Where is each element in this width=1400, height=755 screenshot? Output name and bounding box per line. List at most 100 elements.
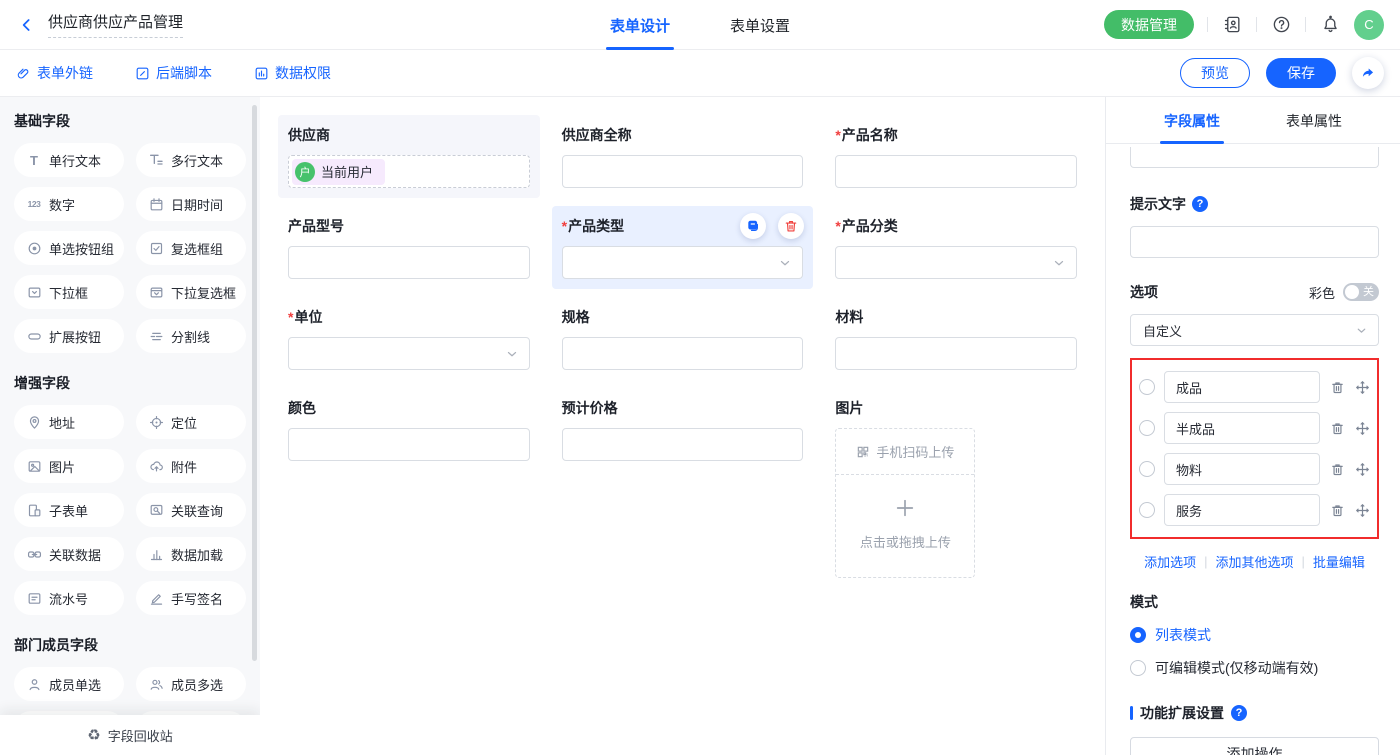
tab-form-settings[interactable]: 表单设置 [726, 0, 794, 50]
data-permission-link[interactable]: 数据权限 [254, 63, 331, 83]
add-other-option-link[interactable]: 添加其他选项 [1215, 552, 1293, 571]
field-material[interactable]: 材料 [825, 297, 1087, 380]
field-product-name[interactable]: *产品名称 [825, 115, 1087, 198]
sidebar-item-linked-query[interactable]: 关联查询 [136, 493, 246, 527]
delete-option-icon[interactable] [1329, 461, 1345, 477]
move-option-icon[interactable] [1354, 502, 1370, 518]
sidebar-item-multi-line-text[interactable]: 多行文本 [136, 143, 246, 177]
field-product-category[interactable]: *产品分类 [825, 206, 1087, 289]
sidebar-item-attachment[interactable]: 附件 [136, 449, 246, 483]
form-external-link[interactable]: 表单外链 [16, 63, 93, 83]
option-value-input[interactable]: 半成品 [1164, 412, 1320, 444]
sidebar-item-extension-button[interactable]: 扩展按钮 [14, 319, 124, 353]
sidebar-item-location[interactable]: 定位 [136, 405, 246, 439]
option-value-input[interactable]: 成品 [1164, 371, 1320, 403]
field-unit[interactable]: *单位 [278, 297, 540, 380]
help-icon[interactable] [1270, 14, 1292, 36]
tab-form-design[interactable]: 表单设计 [606, 0, 674, 50]
option-radio[interactable] [1139, 502, 1155, 518]
back-icon[interactable] [16, 14, 38, 36]
sidebar-item-address[interactable]: 地址 [14, 405, 124, 439]
sidebar-item-multi-select[interactable]: 下拉复选框 [136, 275, 246, 309]
option-radio[interactable] [1139, 420, 1155, 436]
avatar[interactable]: C [1354, 10, 1384, 40]
option-value-input[interactable]: 服务 [1164, 494, 1320, 526]
sidebar-item-checkbox-group[interactable]: 复选框组 [136, 231, 246, 265]
section-title-member-fields: 部门成员字段 [14, 635, 246, 655]
sidebar-item-signature[interactable]: 手写签名 [136, 581, 246, 615]
contacts-icon[interactable] [1221, 14, 1243, 36]
header: 供应商供应产品管理 表单设计 表单设置 数据管理 C [0, 0, 1400, 50]
field-product-type[interactable]: *产品类型 [552, 206, 814, 289]
material-input[interactable] [835, 337, 1077, 370]
sidebar-item-image[interactable]: 图片 [14, 449, 124, 483]
field-color[interactable]: 颜色 [278, 388, 540, 471]
form-title[interactable]: 供应商供应产品管理 [48, 11, 183, 38]
product-category-select[interactable] [835, 246, 1077, 279]
batch-edit-link[interactable]: 批量编辑 [1313, 552, 1365, 571]
field-label: 颜色 [288, 398, 530, 418]
click-or-drag-upload[interactable]: 点击或拖拽上传 [836, 475, 974, 577]
sidebar-item-member-multi[interactable]: 成员多选 [136, 667, 246, 701]
mode-editable-radio[interactable]: 可编辑模式(仅移动端有效) [1130, 658, 1379, 678]
option-radio[interactable] [1139, 461, 1155, 477]
field-title-input-partial[interactable] [1130, 147, 1379, 168]
tab-field-properties[interactable]: 字段属性 [1162, 97, 1222, 144]
move-option-icon[interactable] [1354, 461, 1370, 477]
field-supplier[interactable]: 供应商 户 当前用户 [278, 115, 540, 198]
supplier-input[interactable]: 户 当前用户 [288, 155, 530, 188]
sidebar-item-linked-data[interactable]: 关联数据 [14, 537, 124, 571]
sidebar-item-member-single[interactable]: 成员单选 [14, 667, 124, 701]
field-recycle-bin[interactable]: ♻ 字段回收站 [0, 715, 260, 755]
sidebar-item-radio-group[interactable]: 单选按钮组 [14, 231, 124, 265]
backend-script-link[interactable]: 后端脚本 [135, 63, 212, 83]
notifications-icon[interactable] [1319, 14, 1341, 36]
delete-option-icon[interactable] [1329, 420, 1345, 436]
color-input[interactable] [288, 428, 530, 461]
field-picture[interactable]: 图片 手机扫码上传 点击或拖拽上传 [825, 388, 1087, 588]
member-single-icon [26, 676, 42, 692]
copy-field-button[interactable] [740, 213, 766, 239]
estimated-price-input[interactable] [562, 428, 804, 461]
sidebar-item-divider[interactable]: 分割线 [136, 319, 246, 353]
qr-upload-button[interactable]: 手机扫码上传 [836, 429, 974, 475]
tab-form-properties[interactable]: 表单属性 [1284, 97, 1344, 144]
save-button[interactable]: 保存 [1266, 58, 1336, 88]
share-button[interactable] [1352, 57, 1384, 89]
delete-option-icon[interactable] [1329, 379, 1345, 395]
sidebar-item-data-load[interactable]: 数据加载 [136, 537, 246, 571]
preview-button[interactable]: 预览 [1180, 58, 1250, 88]
sidebar-item-subform[interactable]: 子表单 [14, 493, 124, 527]
data-manage-button[interactable]: 数据管理 [1104, 10, 1194, 39]
sidebar-item-datetime[interactable]: 日期时间 [136, 187, 246, 221]
add-option-link[interactable]: 添加选项 [1144, 552, 1196, 571]
field-estimated-price[interactable]: 预计价格 [552, 388, 814, 471]
mode-list-radio[interactable]: 列表模式 [1130, 625, 1379, 645]
sidebar-item-number[interactable]: 123 数字 [14, 187, 124, 221]
sidebar-item-serial-number[interactable]: 流水号 [14, 581, 124, 615]
product-name-input[interactable] [835, 155, 1077, 188]
option-radio[interactable] [1139, 379, 1155, 395]
hint-text-input[interactable] [1130, 226, 1379, 258]
product-type-select[interactable] [562, 246, 804, 279]
option-value-input[interactable]: 物料 [1164, 453, 1320, 485]
add-action-button[interactable]: 添加操作 [1130, 737, 1379, 755]
hint-help-icon[interactable]: ? [1192, 196, 1208, 212]
unit-select[interactable] [288, 337, 530, 370]
field-product-model[interactable]: 产品型号 [278, 206, 540, 289]
color-toggle[interactable]: 关 [1343, 283, 1379, 301]
move-option-icon[interactable] [1354, 420, 1370, 436]
move-option-icon[interactable] [1354, 379, 1370, 395]
field-supplier-full-name[interactable]: 供应商全称 [552, 115, 814, 198]
delete-field-button[interactable] [778, 213, 804, 239]
sidebar-item-select[interactable]: 下拉框 [14, 275, 124, 309]
extension-help-icon[interactable]: ? [1231, 705, 1247, 721]
sidebar-scrollbar[interactable] [252, 105, 257, 661]
delete-option-icon[interactable] [1329, 502, 1345, 518]
field-specification[interactable]: 规格 [552, 297, 814, 380]
product-model-input[interactable] [288, 246, 530, 279]
options-source-select[interactable]: 自定义 [1130, 314, 1379, 346]
supplier-full-name-input[interactable] [562, 155, 804, 188]
sidebar-item-single-line-text[interactable]: T 单行文本 [14, 143, 124, 177]
specification-input[interactable] [562, 337, 804, 370]
